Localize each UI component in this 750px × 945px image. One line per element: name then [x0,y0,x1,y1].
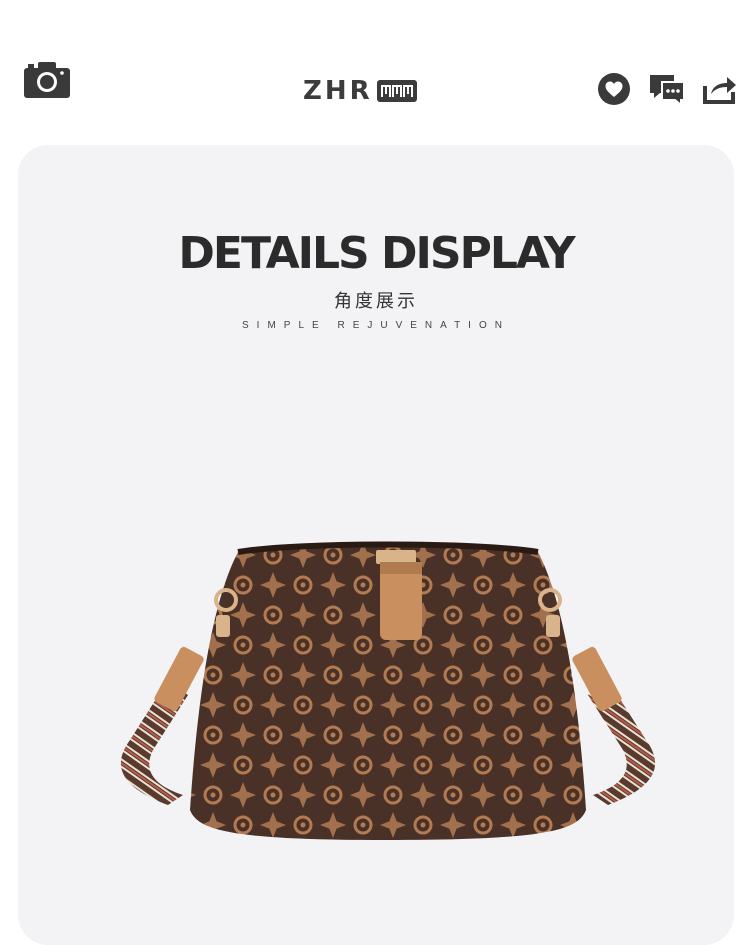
details-card: DETAILS DISPLAY 角度展示 SIMPLE REJUVENATION [18,145,734,945]
brand-text: ZHR [303,76,373,106]
share-icon[interactable] [703,72,737,104]
brand-mark-icon [376,80,417,102]
section-subtitle: 角度展示 [334,291,418,312]
section-title: DETAILS DISPLAY [178,228,575,279]
heart-icon[interactable] [598,73,630,105]
camera-icon[interactable] [24,62,70,98]
top-bar: ZHR [0,0,750,140]
chat-icon[interactable] [648,73,686,108]
section-tagline: SIMPLE REJUVENATION [242,320,510,331]
product-image[interactable] [108,540,668,850]
brand-logo[interactable]: ZHR [303,78,417,104]
